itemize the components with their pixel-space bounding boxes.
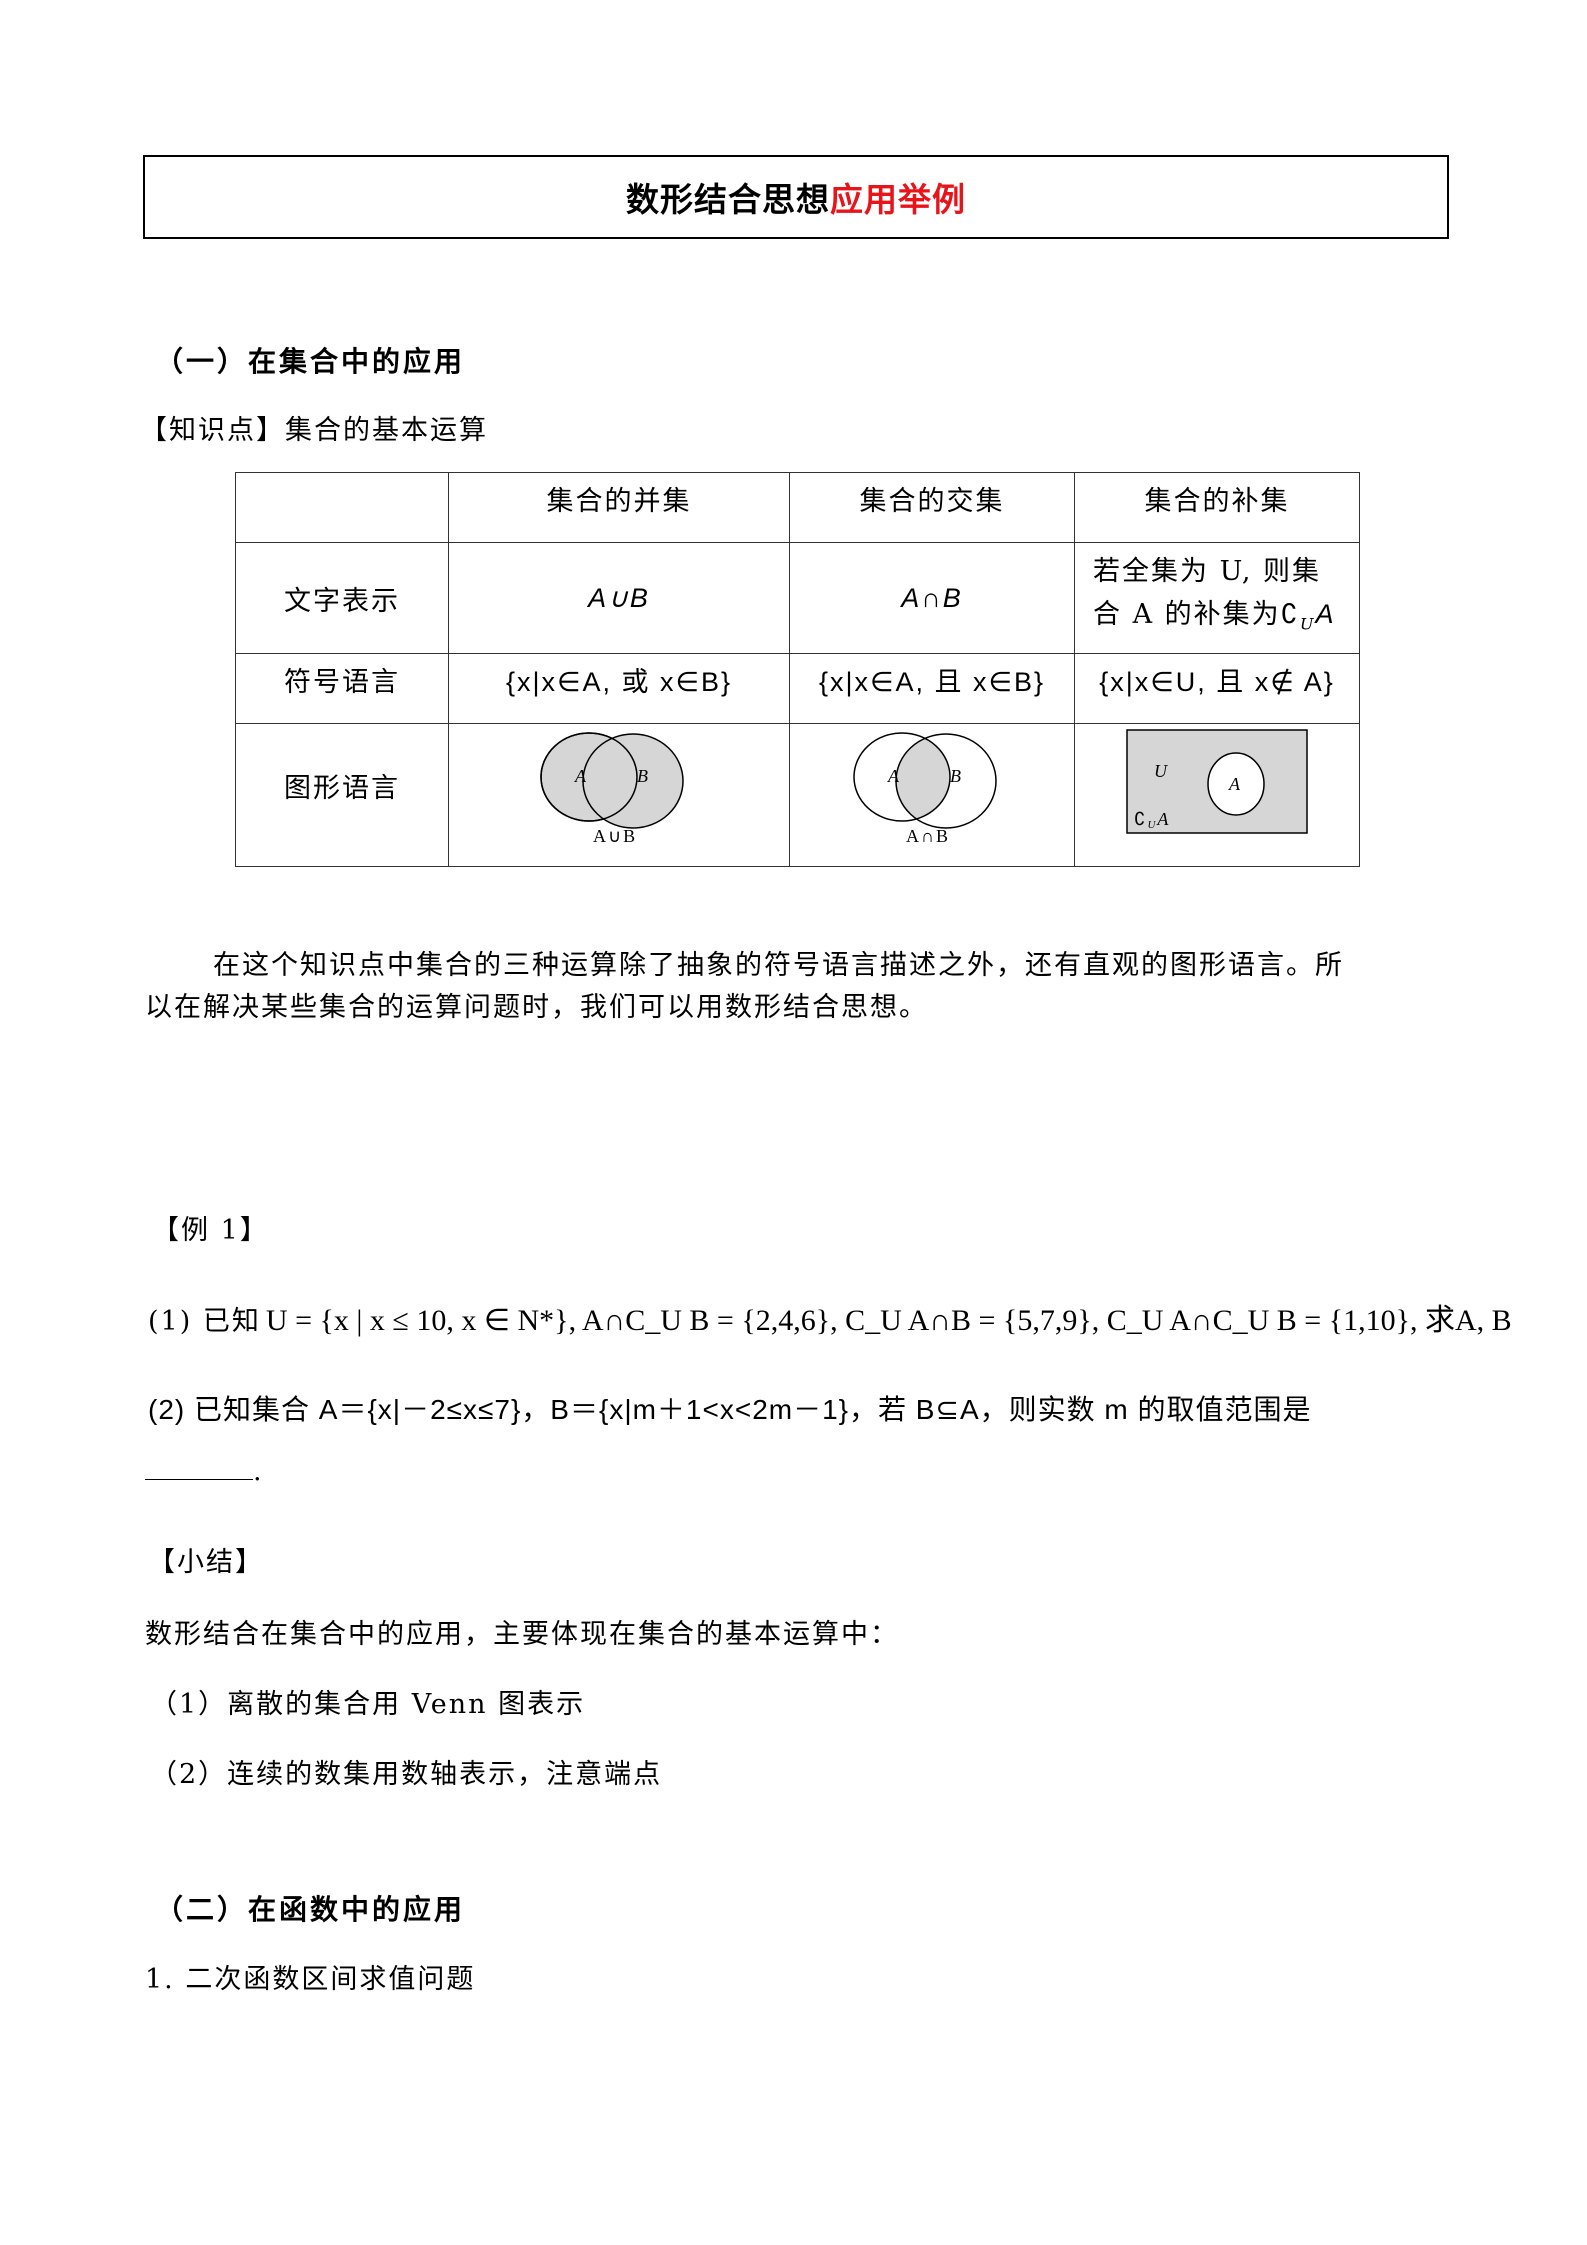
venn-complement-cell: U A ∁UA [1074,723,1360,867]
table-header-cell: 集合的交集 [789,472,1075,543]
venn-union-label-b: B [637,766,650,786]
row-label: 文字表示 [235,542,449,654]
answer-blank-line: . [145,1455,264,1487]
q1-expression: U = {x | x ≤ 10, x ∈ N*}, A∩C_U B = {2,4… [265,1304,1512,1337]
complement-line1: 若全集为 U, 则集 [1093,555,1322,587]
paragraph-line1: 在这个知识点中集合的三种运算除了抽象的符号语言描述之外，还有直观的图形语言。所 [213,950,1344,981]
title-black-part: 数形结合思想 [626,180,830,219]
example1-label: 【例 1】 [152,1215,269,1246]
venn-union-cell: A B A∪B [448,723,790,867]
row-label: 符号语言 [235,653,449,724]
universe-label: U [1154,761,1169,781]
venn-union-circle-b [582,733,684,829]
complement-line2: 合 A 的补集为∁UA [1093,593,1359,645]
intersection-text: A∩B [789,542,1075,654]
summary-item-1: （1）离散的集合用 Venn 图表示 [150,1689,586,1720]
complement-caption-symbol: ∁ [1134,809,1147,829]
set-operations-table: 集合的并集 集合的交集 集合的补集 文字表示 A∪B A∩B 若全集为 U, 则… [235,472,1360,867]
venn-intersection-caption: A∩B [906,826,950,846]
complement-line2-text: 合 A 的补集为∁ [1093,598,1300,630]
venn-union-label-a: A [574,766,588,786]
summary-label: 【小结】 [148,1547,264,1578]
venn-intersection-label-b: B [950,766,963,786]
summary-item-2: （2）连续的数集用数轴表示，注意端点 [150,1759,663,1790]
complement-caption-sub: U [1147,819,1157,831]
table-row: 图形语言 A B A∪B A B A∩B U A ∁UA [235,723,1360,867]
union-symbol-language: {x|x∈A, 或 x∈B} [448,653,790,724]
venn-intersection-label-a: A [887,766,901,786]
section1-heading: （一）在集合中的应用 [155,345,466,378]
document-title: 数形结合思想应用举例 [626,173,966,221]
section2-subheading: 1. 二次函数区间求值问题 [145,1964,476,1995]
q1-prefix: (1) 已知 [148,1306,261,1337]
venn-intersection-cell: A B A∩B [789,723,1075,867]
set-a-label: A [1228,774,1242,794]
complement-text: 若全集为 U, 则集 合 A 的补集为∁UA [1074,542,1360,654]
table-header-cell: 集合的补集 [1074,472,1360,543]
complement-caption-tail: A [1156,809,1170,829]
table-row: 文字表示 A∪B A∩B 若全集为 U, 则集 合 A 的补集为∁UA [235,542,1360,654]
venn-union-diagram: A B A∪B [540,732,684,846]
complement-tail: A [1315,598,1334,629]
venn-intersection-diagram: A B A∩B [853,732,997,846]
row-label: 图形语言 [235,723,449,867]
example1-question1: (1) 已知 U = {x | x ≤ 10, x ∈ N*}, A∩C_U B… [148,1295,1512,1339]
title-red-part: 应用举例 [830,180,966,219]
union-text: A∪B [448,542,790,654]
summary-intro: 数形结合在集合中的应用，主要体现在集合的基本运算中： [145,1619,899,1650]
answer-blank[interactable] [145,1455,253,1480]
blank-period: . [253,1456,264,1487]
table-header-cell [235,472,449,543]
table-row: 符号语言 {x|x∈A, 或 x∈B} {x|x∈A, 且 x∈B} {x|x∈… [235,653,1360,724]
complement-sub: U [1299,614,1316,634]
venn-complement-diagram: U A ∁UA [1126,729,1308,834]
table-header-row: 集合的并集 集合的交集 集合的补集 [235,472,1360,543]
paragraph-line2: 以在解决某些集合的运算问题时，我们可以用数形结合思想。 [145,992,928,1023]
title-box: 数形结合思想应用举例 [143,155,1449,239]
venn-union-caption: A∪B [593,826,637,846]
knowledge-label: 【知识点】集合的基本运算 [140,415,488,446]
complement-symbol-language: {x|x∈U, 且 x∉ A} [1074,653,1360,724]
intersection-symbol-language: {x|x∈A, 且 x∈B} [789,653,1075,724]
example1-question2: (2) 已知集合 A＝{x|－2≤x≤7}，B＝{x|m＋1<x<2m－1}，若… [148,1394,1312,1425]
section2-heading: （二）在函数中的应用 [155,1893,466,1926]
table-header-cell: 集合的并集 [448,472,790,543]
